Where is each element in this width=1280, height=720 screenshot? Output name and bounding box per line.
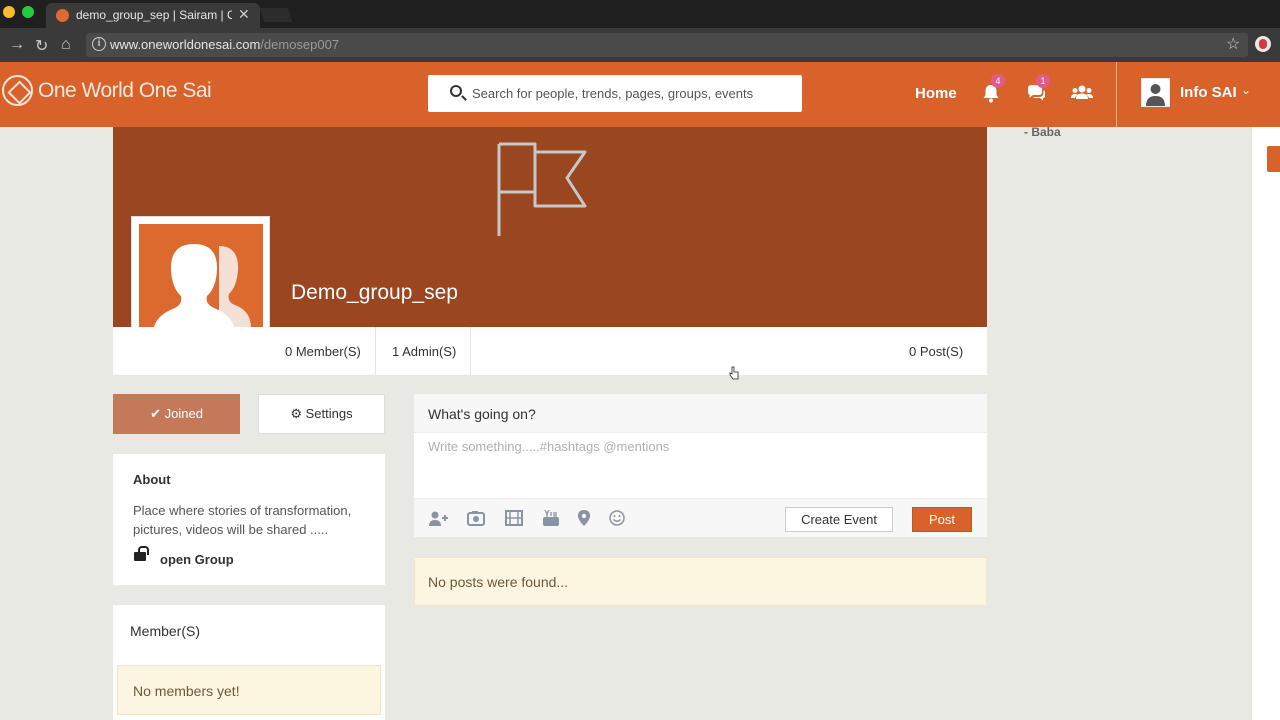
members-card: Member(S) No members yet! xyxy=(113,605,385,720)
tab-title: demo_group_sep | Sairam | On xyxy=(76,8,232,22)
logo-text[interactable]: One World One Sai xyxy=(38,79,212,103)
check-icon: ✔ xyxy=(150,406,161,421)
right-side-panel xyxy=(1252,127,1280,720)
home-icon[interactable]: ⌂ xyxy=(61,36,71,54)
chevron-down-icon[interactable]: ⌄ xyxy=(1241,83,1251,97)
admins-stat[interactable]: 1 Admin(S) xyxy=(392,344,456,359)
post-button[interactable]: Post xyxy=(912,507,972,532)
notifications-badge: 4 xyxy=(991,74,1005,88)
joined-button[interactable]: ✔ Joined xyxy=(113,394,240,434)
quote-source: - Baba xyxy=(1024,125,1061,139)
logo-icon[interactable] xyxy=(2,75,33,106)
posts-stat[interactable]: 0 Post(S) xyxy=(909,344,963,359)
search-icon xyxy=(450,85,462,97)
post-textarea[interactable] xyxy=(428,439,973,491)
youtube-icon[interactable] xyxy=(543,510,559,526)
unlock-icon xyxy=(134,546,149,561)
new-tab-button[interactable] xyxy=(259,8,293,22)
flag-icon[interactable] xyxy=(495,140,590,240)
bookmark-star-icon[interactable]: ☆ xyxy=(1226,34,1240,54)
members-title: Member(S) xyxy=(130,623,201,639)
site-header: One World One Sai Home 4 1 xyxy=(0,62,1280,127)
emoji-icon[interactable] xyxy=(609,510,625,526)
photo-icon[interactable] xyxy=(467,510,485,526)
header-divider xyxy=(1116,62,1117,127)
browser-tab[interactable]: demo_group_sep | Sairam | On ✕ xyxy=(46,3,260,28)
no-posts-text: No posts were found... xyxy=(428,574,569,590)
extension-icon[interactable] xyxy=(1255,36,1271,52)
address-bar[interactable]: i www.oneworldonesai.com/demosep007 xyxy=(86,33,1248,57)
stat-divider xyxy=(470,327,471,375)
side-tag-icon[interactable] xyxy=(1267,146,1280,172)
group-type: open Group xyxy=(160,552,234,567)
about-card: About Place where stories of transformat… xyxy=(113,454,385,585)
video-icon[interactable] xyxy=(505,510,523,526)
group-name: Demo_group_sep xyxy=(291,281,458,304)
user-name[interactable]: Info SAI xyxy=(1180,84,1237,101)
browser-tab-bar: demo_group_sep | Sairam | On ✕ xyxy=(0,0,1280,28)
composer-header: What's going on? xyxy=(414,394,987,433)
messages-button[interactable]: 1 xyxy=(1025,74,1050,104)
gear-icon: ⚙ xyxy=(290,406,303,421)
members-stat[interactable]: 0 Member(S) xyxy=(285,344,361,359)
search-input[interactable] xyxy=(472,81,792,105)
user-avatar[interactable] xyxy=(1141,78,1170,107)
group-stats-bar: 0 Member(S) 1 Admin(S) 0 Post(S) xyxy=(113,327,987,375)
composer-title: What's going on? xyxy=(428,406,536,422)
hand-cursor-icon xyxy=(729,366,739,380)
joined-label: Joined xyxy=(164,406,203,421)
default-avatar-icon xyxy=(1146,84,1165,106)
maximize-window-button[interactable] xyxy=(22,6,34,18)
friends-button[interactable] xyxy=(1070,82,1094,104)
members-empty-text: No members yet! xyxy=(133,683,240,699)
about-description: Place where stories of transformation, p… xyxy=(133,503,352,537)
url-text: www.oneworldonesai.com/demosep007 xyxy=(110,37,340,52)
post-composer: What's going on? Creat xyxy=(414,394,987,537)
stat-divider xyxy=(375,327,376,375)
settings-label: Settings xyxy=(305,406,353,421)
users-icon xyxy=(1071,85,1093,99)
create-event-button[interactable]: Create Event xyxy=(785,507,893,532)
notifications-button[interactable]: 4 xyxy=(980,74,1005,104)
site-info-icon[interactable]: i xyxy=(92,37,106,51)
no-posts-notice: No posts were found... xyxy=(414,557,987,606)
add-person-icon[interactable] xyxy=(428,510,448,526)
minimize-window-button[interactable] xyxy=(3,6,15,18)
favicon-icon xyxy=(56,9,69,22)
members-empty-notice: No members yet! xyxy=(117,665,381,715)
browser-toolbar: → ↻ ⌂ i www.oneworldonesai.com/demosep00… xyxy=(0,28,1280,62)
composer-toolbar: Create Event Post xyxy=(414,498,987,537)
about-title: About xyxy=(133,472,171,487)
reload-icon[interactable]: ↻ xyxy=(35,36,48,56)
location-icon[interactable] xyxy=(578,510,590,526)
settings-button[interactable]: ⚙ Settings xyxy=(258,394,385,434)
messages-badge: 1 xyxy=(1036,74,1050,88)
search-box[interactable] xyxy=(428,75,802,112)
home-link[interactable]: Home xyxy=(915,85,957,102)
close-tab-icon[interactable]: ✕ xyxy=(238,6,250,23)
forward-icon[interactable]: → xyxy=(9,36,25,54)
